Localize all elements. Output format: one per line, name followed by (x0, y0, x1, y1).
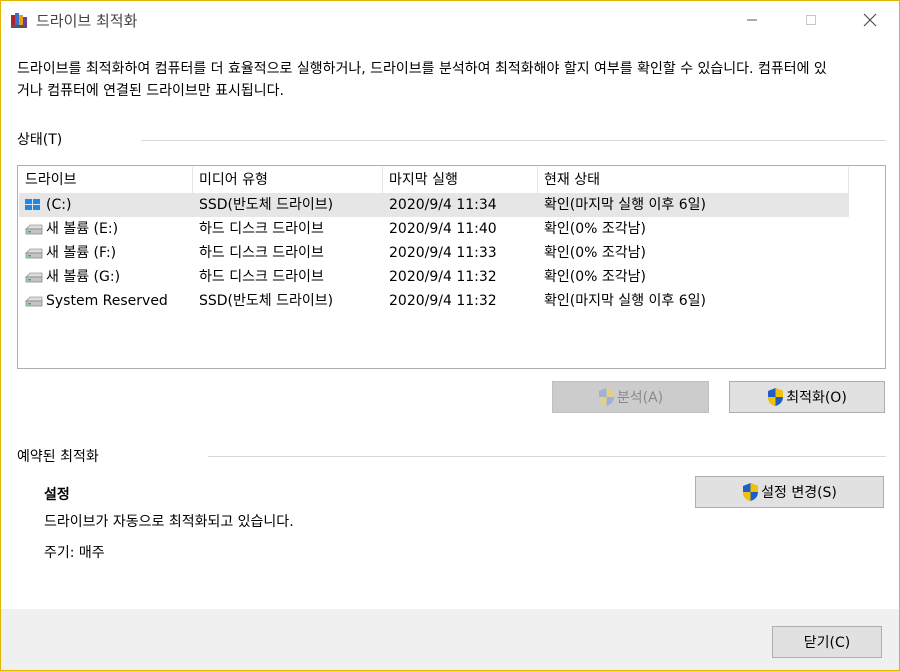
media-type: 하드 디스크 드라이브 (199, 245, 324, 261)
column-header-current-state[interactable]: 현재 상태 (538, 167, 849, 193)
drive-row-f[interactable]: 새 볼륨 (F:) 하드 디스크 드라이브 2020/9/4 11:33 확인(… (19, 241, 849, 265)
last-run: 2020/9/4 11:33 (389, 245, 497, 261)
uac-shield-icon (768, 388, 784, 406)
change-settings-button[interactable]: 설정 변경(S) (695, 476, 884, 508)
defrag-app-icon (11, 13, 27, 28)
current-state: 확인(마지막 실행 이후 6일) (544, 293, 706, 309)
hard-drive-icon (25, 296, 43, 307)
analyze-button-label: 분석(A) (616, 390, 664, 406)
settings-status-text: 드라이브가 자동으로 최적화되고 있습니다. (44, 514, 294, 530)
drive-list-header: 드라이브 미디어 유형 마지막 실행 현재 상태 (19, 167, 884, 193)
column-header-last-run[interactable]: 마지막 실행 (383, 167, 538, 193)
last-run: 2020/9/4 11:40 (389, 221, 497, 237)
drive-row-system-reserved[interactable]: System Reserved SSD(반도체 드라이브) 2020/9/4 1… (19, 289, 849, 313)
drive-name: 새 볼륨 (E:) (46, 221, 119, 237)
footer-bar: 닫기(C) (1, 609, 899, 670)
column-header-media-type[interactable]: 미디어 유형 (193, 167, 383, 193)
drive-row-e[interactable]: 새 볼륨 (E:) 하드 디스크 드라이브 2020/9/4 11:40 확인(… (19, 217, 849, 241)
hard-drive-icon (25, 248, 43, 259)
drive-optimizer-window: 드라이브 최적화 드라이브를 최적화하여 컴퓨터를 더 효율적으로 실행하거나,… (0, 0, 900, 671)
column-header-drive[interactable]: 드라이브 (19, 167, 193, 193)
scheduled-group-label: 예약된 최적화 (17, 449, 99, 465)
media-type: SSD(반도체 드라이브) (199, 293, 334, 309)
last-run: 2020/9/4 11:34 (389, 197, 497, 213)
media-type: 하드 디스크 드라이브 (199, 221, 324, 237)
maximize-button[interactable] (788, 1, 834, 39)
current-state: 확인(0% 조각남) (544, 221, 646, 237)
analyze-button[interactable]: 분석(A) (552, 381, 709, 413)
maximize-icon (806, 15, 816, 25)
drive-list[interactable]: 드라이브 미디어 유형 마지막 실행 현재 상태 (C:) SSD(반도체 드라… (17, 165, 886, 369)
status-divider (141, 140, 886, 141)
media-type: SSD(반도체 드라이브) (199, 197, 334, 213)
drive-row-c[interactable]: (C:) SSD(반도체 드라이브) 2020/9/4 11:34 확인(마지막… (19, 193, 849, 217)
title-bar: 드라이브 최적화 (1, 1, 899, 39)
current-state: 확인(마지막 실행 이후 6일) (544, 197, 706, 213)
drive-name: (C:) (46, 197, 72, 213)
close-button-label: 닫기(C) (803, 635, 851, 651)
drive-name: 새 볼륨 (F:) (46, 245, 117, 261)
optimize-button-label: 최적화(O) (786, 390, 847, 406)
description-text: 드라이브를 최적화하여 컴퓨터를 더 효율적으로 실행하거나, 드라이브를 분석… (17, 61, 827, 99)
current-state: 확인(0% 조각남) (544, 269, 646, 285)
window-title: 드라이브 최적화 (36, 12, 138, 30)
hard-drive-icon (25, 224, 43, 235)
settings-title: 설정 (44, 487, 70, 503)
hard-drive-icon (25, 272, 43, 283)
windows-drive-icon (25, 199, 40, 210)
uac-shield-icon (598, 388, 614, 406)
minimize-icon (747, 19, 757, 21)
drive-row-g[interactable]: 새 볼륨 (G:) 하드 디스크 드라이브 2020/9/4 11:32 확인(… (19, 265, 849, 289)
uac-shield-icon (743, 483, 759, 501)
media-type: 하드 디스크 드라이브 (199, 269, 324, 285)
drive-name: 새 볼륨 (G:) (46, 269, 121, 285)
last-run: 2020/9/4 11:32 (389, 269, 497, 285)
drive-name: System Reserved (46, 293, 168, 309)
close-icon (863, 13, 877, 27)
last-run: 2020/9/4 11:32 (389, 293, 497, 309)
optimize-button[interactable]: 최적화(O) (729, 381, 885, 413)
close-button[interactable]: 닫기(C) (772, 626, 882, 658)
scheduled-divider (208, 456, 886, 457)
change-settings-button-label: 설정 변경(S) (761, 485, 837, 501)
minimize-button[interactable] (729, 1, 775, 39)
current-state: 확인(0% 조각남) (544, 245, 646, 261)
status-group-label: 상태(T) (17, 132, 63, 148)
schedule-period: 주기: 매주 (44, 545, 105, 561)
close-window-button[interactable] (847, 1, 893, 39)
